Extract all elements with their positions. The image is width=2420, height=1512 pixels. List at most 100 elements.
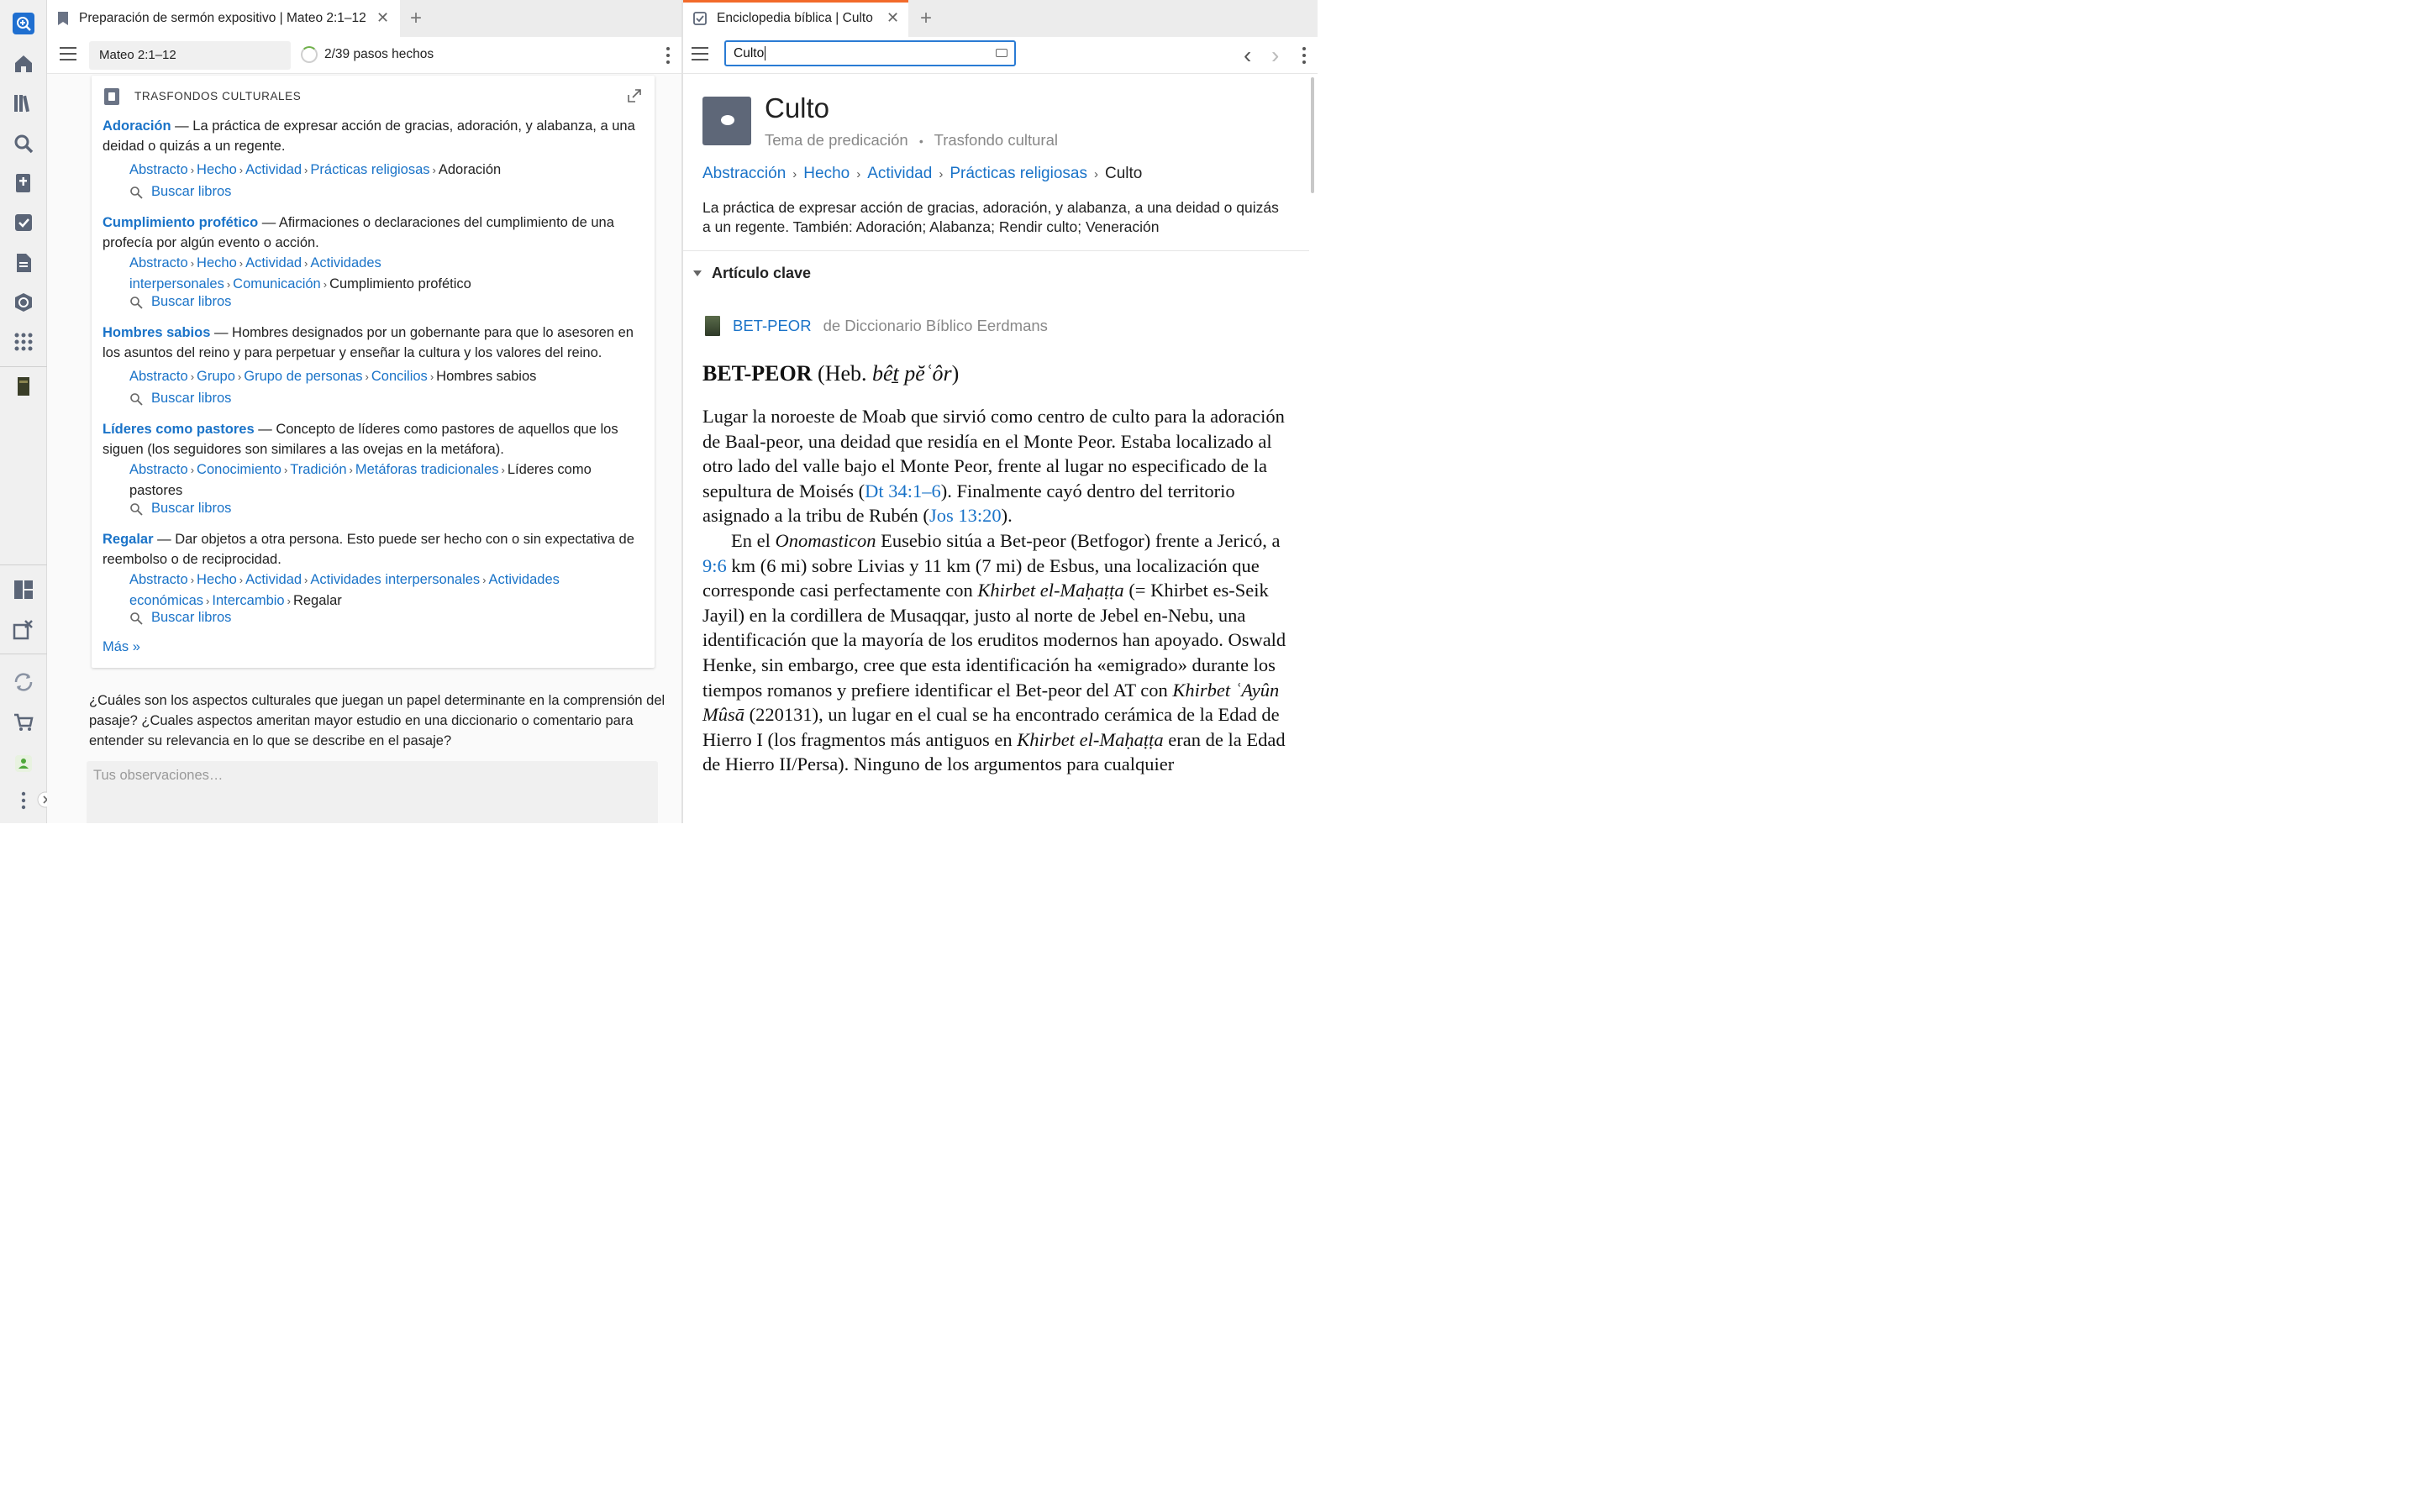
scripture-link[interactable]: Dt 34:1–6 [865, 480, 941, 501]
key-article-label: Artículo clave [712, 265, 812, 281]
keyboard-icon[interactable] [996, 49, 1007, 57]
scrollbar[interactable] [1311, 77, 1314, 193]
crumb-link[interactable]: Actividad [245, 572, 302, 587]
card-title: TRASFONDOS CULTURALES [134, 90, 302, 102]
crumb-link[interactable]: Abstracto [129, 572, 188, 587]
active-tab-accent [683, 0, 908, 3]
more-link[interactable]: Más » [103, 639, 140, 655]
crumb-link[interactable]: Abstracto [129, 462, 188, 477]
search-books-label: Buscar libros [151, 184, 232, 199]
entry-breadcrumb: Abstracto › Grupo › Grupo de personas › Concil… [129, 369, 537, 384]
crumb-link[interactable]: Prácticas religiosas [310, 162, 429, 177]
layouts-icon[interactable] [12, 578, 35, 601]
app-logo-icon[interactable] [12, 12, 35, 35]
apps-grid-icon[interactable] [12, 330, 35, 354]
crumb-link[interactable]: Actividades interpersonales [310, 572, 480, 587]
crumb-link[interactable]: Prácticas religiosas [950, 165, 1087, 182]
crumb-link[interactable]: Abstracto [129, 255, 188, 270]
culture-entry: Cumplimiento profético — Afirmaciones o … [103, 213, 647, 253]
close-panels-icon[interactable] [12, 617, 35, 641]
scripture-link[interactable]: Jos 13:20 [929, 505, 1002, 526]
tab-bible-encyclopedia[interactable]: Enciclopedia bíblica | Culto ✕ [683, 0, 908, 37]
progress-text[interactable]: 2/39 pasos hechos [324, 47, 434, 62]
entry-breadcrumb: Abstracto › Hecho › Actividad › Prácticas reli… [129, 162, 502, 177]
crumb-link[interactable]: Grupo [197, 369, 235, 384]
crumb-link[interactable]: Actividad [867, 165, 932, 182]
entry-term[interactable]: Regalar [103, 532, 154, 547]
guides-icon[interactable] [12, 291, 35, 314]
article-head-text: ) [951, 361, 960, 386]
source-book: de Diccionario Bíblico Eerdmans [823, 317, 1048, 334]
source-title-link[interactable]: BET-PEOR [733, 317, 812, 335]
search-books-link[interactable]: Buscar libros [129, 391, 231, 407]
close-tab-icon[interactable]: ✕ [376, 9, 389, 27]
entry-breadcrumb: Abstracto › Hecho › Actividad › Actividades in… [129, 572, 560, 608]
crumb-link[interactable]: Actividad [245, 255, 302, 270]
more-options-icon[interactable] [1302, 47, 1307, 64]
search-books-label: Buscar libros [151, 294, 232, 309]
library-icon[interactable] [12, 92, 35, 115]
home-icon[interactable] [12, 52, 35, 76]
progress-ring-icon [301, 46, 318, 63]
tab-title: Enciclopedia bíblica | Culto [717, 11, 873, 25]
more-options-icon[interactable] [666, 47, 671, 64]
back-arrow-icon[interactable]: ‹ [1244, 42, 1251, 69]
crumb-link[interactable]: Intercambio [212, 593, 284, 608]
crumb-link[interactable]: Hecho [197, 572, 237, 587]
tab-title: Preparación de sermón expositivo | Mateo… [79, 11, 366, 25]
crumb-link[interactable]: Actividad [245, 162, 302, 177]
crumb-link[interactable]: Concilios [371, 369, 428, 384]
close-tab-icon[interactable]: ✕ [886, 9, 899, 27]
collapse-triangle-icon [693, 270, 702, 276]
crumb-link[interactable]: Abstracto [129, 162, 188, 177]
crumb-link[interactable]: Conocimiento [197, 462, 281, 477]
article-text: En el [731, 529, 776, 551]
search-books-link[interactable]: Buscar libros [129, 501, 231, 517]
search-books-link[interactable]: Buscar libros [129, 184, 231, 200]
crumb-link[interactable]: Hecho [197, 255, 237, 270]
entry-breadcrumb: Abstracto › Hecho › Actividad › Actividades in… [129, 255, 471, 291]
entry-breadcrumb: Abstracto › Conocimiento › Tradición › Metáfor… [129, 462, 592, 498]
scripture-link[interactable]: 9:6 [702, 555, 727, 576]
observations-textarea[interactable]: Tus observaciones… [87, 761, 658, 823]
crumb-link[interactable]: Abstracción [702, 165, 786, 182]
crumb-link[interactable]: Hecho [197, 162, 237, 177]
book-thumbnail-icon[interactable] [12, 375, 35, 398]
tasks-icon[interactable] [12, 211, 35, 234]
entry-term[interactable]: Cumplimiento profético [103, 215, 258, 230]
add-tab-icon[interactable]: + [410, 7, 422, 30]
key-article-toggle[interactable]: Artículo clave [693, 265, 811, 282]
entry-term[interactable]: Hombres sabios [103, 325, 210, 340]
entry-term[interactable]: Líderes como pastores [103, 422, 255, 437]
add-tab-icon[interactable]: + [920, 7, 932, 30]
crumb-link[interactable]: Metáforas tradicionales [355, 462, 499, 477]
more-vertical-icon[interactable] [12, 789, 35, 812]
passage-reference-input[interactable]: Mateo 2:1–12 [89, 41, 291, 70]
topic-search-input[interactable]: Culto [724, 40, 1016, 66]
document-icon[interactable] [12, 251, 35, 275]
tab-sermon-prep[interactable]: Preparación de sermón expositivo | Mateo… [47, 0, 400, 37]
user-avatar-icon[interactable] [12, 752, 35, 775]
cart-icon[interactable] [12, 711, 35, 734]
article-paragraph: En el Onomasticon Eusebio sitúa a Bet-pe… [702, 528, 1291, 777]
section-divider [683, 250, 1309, 251]
crumb-link[interactable]: Hecho [803, 165, 850, 182]
bible-icon[interactable] [12, 171, 35, 195]
article-text: Eusebio sitúa a Bet-peor (Betfogor) fren… [876, 529, 1281, 551]
crumb-link[interactable]: Grupo de personas [244, 369, 362, 384]
search-icon[interactable] [12, 132, 35, 155]
right-pane: Enciclopedia bíblica | Culto ✕ + Culto ‹… [683, 0, 1318, 823]
forward-arrow-icon[interactable]: › [1271, 42, 1279, 69]
entry-term[interactable]: Adoración [103, 118, 171, 134]
menu-icon[interactable] [692, 47, 708, 62]
sync-icon[interactable] [12, 670, 35, 694]
crumb-link[interactable]: Abstracto [129, 369, 188, 384]
menu-icon[interactable] [60, 47, 76, 62]
crumb-link[interactable]: Comunicación [233, 276, 321, 291]
search-icon [130, 186, 143, 199]
article-source: BET-PEOR de Diccionario Bíblico Eerdmans [705, 316, 1048, 336]
expand-icon[interactable] [626, 87, 643, 104]
search-books-link[interactable]: Buscar libros [129, 610, 231, 626]
crumb-link[interactable]: Tradición [290, 462, 346, 477]
search-books-link[interactable]: Buscar libros [129, 294, 231, 310]
